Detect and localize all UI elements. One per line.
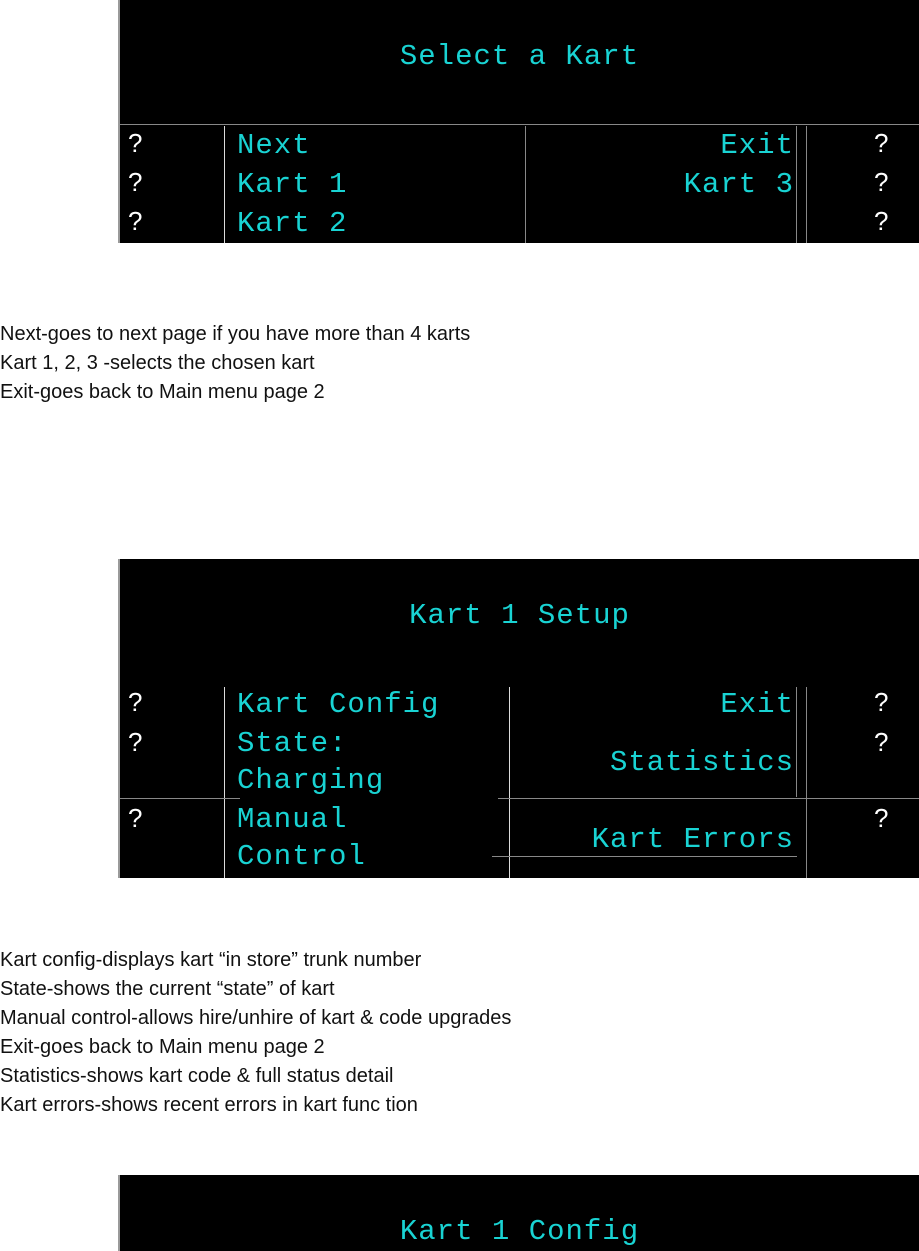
divider <box>498 798 919 799</box>
kart-setup-screen: Kart 1 Setup ? ? ? ? ? ? Kart Config Sta… <box>118 559 919 878</box>
divider <box>224 126 225 243</box>
divider <box>796 126 797 243</box>
kart-errors-button[interactable]: Kart Errors <box>592 821 794 858</box>
soft-key-right-3[interactable]: ? <box>874 803 888 834</box>
soft-key-left-1[interactable]: ? <box>128 687 142 718</box>
divider <box>796 687 797 797</box>
statistics-button[interactable]: Statistics <box>610 744 794 781</box>
manual-control-button[interactable]: Manual Control <box>237 801 366 875</box>
state-charging-button[interactable]: State: Charging <box>237 725 384 799</box>
note-line: Statistics-shows kart code & full status… <box>0 1065 394 1087</box>
note-line: Next-goes to next page if you have more … <box>0 323 471 345</box>
exit-button[interactable]: Exit <box>720 686 794 723</box>
select-kart-screen: Select a Kart ? ? ? ? ? ? Next Kart 1 Ka… <box>118 0 919 243</box>
soft-key-left-2[interactable]: ? <box>128 727 142 758</box>
note-line: State-shows the current “state” of kart <box>0 978 335 1000</box>
divider <box>525 126 526 243</box>
screen-title: Kart 1 Config <box>399 1215 640 1248</box>
soft-key-left-2[interactable]: ? <box>128 167 142 198</box>
kart-2-button[interactable]: Kart 2 <box>237 205 347 242</box>
soft-key-left-1[interactable]: ? <box>128 128 142 159</box>
next-button[interactable]: Next <box>237 127 311 164</box>
soft-key-right-1[interactable]: ? <box>874 128 888 159</box>
divider <box>224 687 225 878</box>
soft-key-right-3[interactable]: ? <box>874 206 888 237</box>
divider <box>120 798 240 799</box>
kart-config-button[interactable]: Kart Config <box>237 686 439 723</box>
soft-key-left-3[interactable]: ? <box>128 803 142 834</box>
select-kart-notes: Next-goes to next page if you have more … <box>0 320 470 407</box>
note-line: Kart 1, 2, 3 -selects the chosen kart <box>0 352 315 374</box>
soft-key-right-1[interactable]: ? <box>874 687 888 718</box>
soft-key-right-2[interactable]: ? <box>874 167 888 198</box>
divider <box>509 687 510 878</box>
divider <box>806 687 807 878</box>
note-line: Manual control-allows hire/unhire of kar… <box>0 1007 512 1029</box>
exit-button[interactable]: Exit <box>720 127 794 164</box>
kart-3-button[interactable]: Kart 3 <box>684 166 794 203</box>
soft-key-right-2[interactable]: ? <box>874 727 888 758</box>
divider <box>806 126 807 243</box>
note-line: Kart config-displays kart “in store” tru… <box>0 949 422 971</box>
screen-title: Kart 1 Setup <box>409 599 630 632</box>
divider <box>120 124 919 125</box>
note-line: Exit-goes back to Main menu page 2 <box>0 1036 325 1058</box>
soft-key-left-3[interactable]: ? <box>128 206 142 237</box>
note-line: Exit-goes back to Main menu page 2 <box>0 381 325 403</box>
screen-title: Select a Kart <box>399 40 640 73</box>
kart-setup-notes: Kart config-displays kart “in store” tru… <box>0 946 511 1120</box>
kart-config-screen: Kart 1 Config <box>118 1175 919 1251</box>
kart-1-button[interactable]: Kart 1 <box>237 166 347 203</box>
note-line: Kart errors-shows recent errors in kart … <box>0 1094 418 1116</box>
